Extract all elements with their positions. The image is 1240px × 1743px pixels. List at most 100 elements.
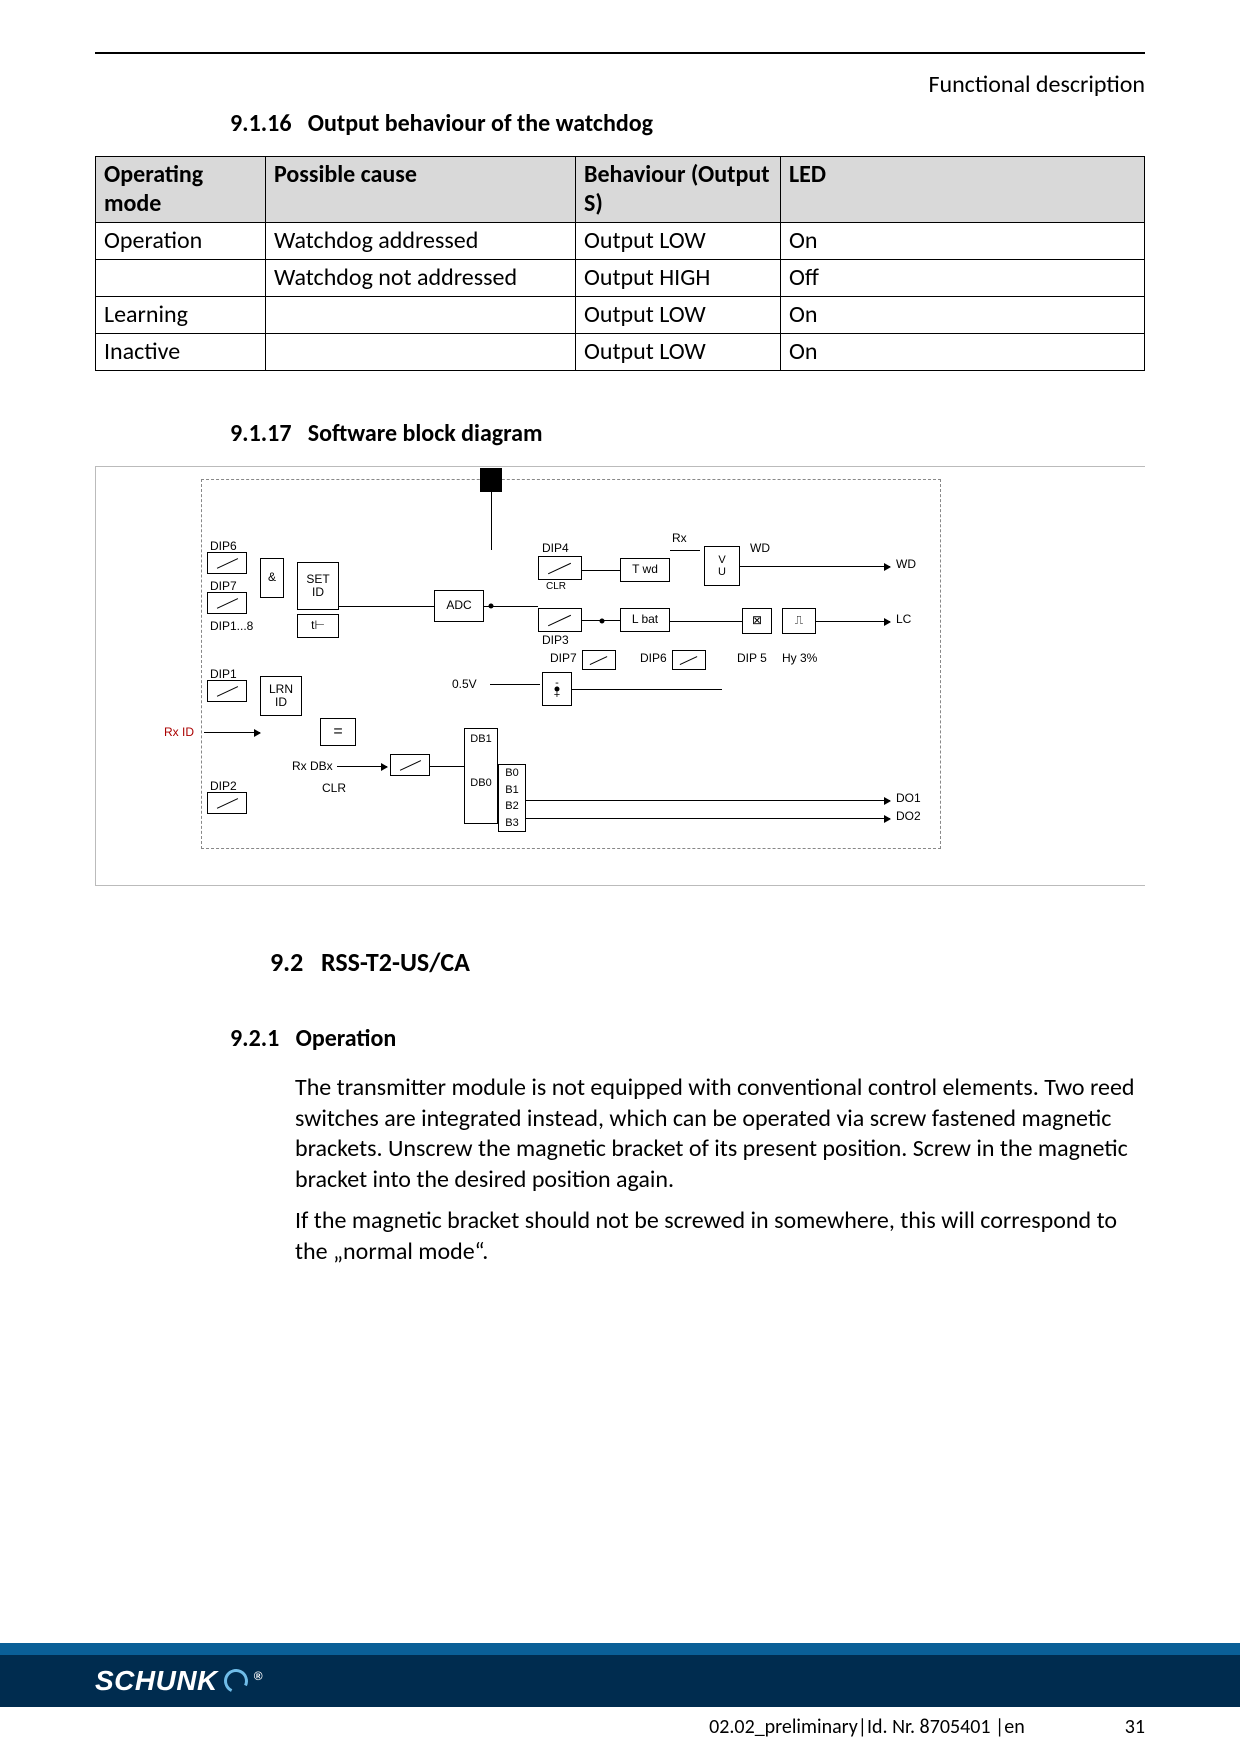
paragraph: If the magnetic bracket should not be sc… bbox=[295, 1206, 1145, 1267]
label-do1: DO1 bbox=[896, 792, 921, 804]
diagram-wire bbox=[339, 606, 434, 607]
switch-icon bbox=[207, 792, 247, 814]
footer-meta: 02.02_preliminary|Id. Nr. 8705401 |en 31 bbox=[709, 1715, 1145, 1739]
label-dip2: DIP2 bbox=[210, 780, 237, 792]
node-icon bbox=[555, 687, 560, 692]
heading-number: 9.1.16 bbox=[230, 109, 291, 138]
lrn-id-block: LRN ID bbox=[260, 676, 302, 716]
label-b0: B0 bbox=[505, 767, 518, 779]
diagram-wire bbox=[816, 621, 890, 622]
label-rx: Rx bbox=[672, 532, 687, 544]
label-t: t bbox=[311, 619, 314, 632]
hysteresis-icon: ⎍ bbox=[782, 608, 816, 634]
cell-beh: Output HIGH bbox=[576, 260, 781, 297]
cell-cause: Watchdog not addressed bbox=[266, 260, 576, 297]
label-db0: DB0 bbox=[470, 777, 491, 789]
diagram-wire bbox=[670, 550, 700, 551]
label-dip1-8: DIP1...8 bbox=[210, 620, 253, 632]
header-section-title: Functional description bbox=[928, 70, 1145, 99]
table-header-row: Operating mode Possible cause Behaviour … bbox=[96, 157, 1145, 223]
cell-mode: Operation bbox=[96, 223, 266, 260]
software-block-diagram: DIP6 DIP7 DIP1...8 & SET ID t⊢ DIP1 LRN … bbox=[95, 466, 1145, 886]
th-operating-mode: Operating mode bbox=[96, 157, 266, 223]
heading-9-1-16: 9.1.16 Output behaviour of the watchdog bbox=[230, 109, 1145, 138]
cell-cause bbox=[266, 297, 576, 334]
label-lc-out: LC bbox=[896, 613, 911, 625]
label-dip7r: DIP7 bbox=[550, 652, 577, 664]
table-row: Operation Watchdog addressed Output LOW … bbox=[96, 223, 1145, 260]
heading-number: 9.2 bbox=[270, 946, 303, 978]
table-row: Watchdog not addressed Output HIGH Off bbox=[96, 260, 1145, 297]
cell-led: On bbox=[781, 334, 1145, 371]
heading-9-1-17: 9.1.17 Software block diagram bbox=[230, 419, 1145, 448]
heading-9-2: 9.2 RSS-T2-US/CA bbox=[270, 946, 1145, 978]
connector-icon bbox=[480, 468, 502, 492]
and-gate-icon: & bbox=[260, 558, 284, 598]
footer-accent-bar bbox=[0, 1643, 1240, 1655]
heading-title: Software block diagram bbox=[308, 419, 543, 448]
footer-main-bar: SCHUNK ® bbox=[0, 1655, 1240, 1707]
table-row: Inactive Output LOW On bbox=[96, 334, 1145, 371]
switch-icon bbox=[582, 650, 616, 670]
registered-icon: ® bbox=[254, 1669, 263, 1683]
page-footer: SCHUNK ® 02.02_preliminary|Id. Nr. 87054… bbox=[0, 1643, 1240, 1743]
block-icon: ⊠ bbox=[742, 608, 772, 634]
brand-swirl-icon bbox=[220, 1666, 251, 1697]
adc-block: ADC bbox=[434, 590, 484, 622]
switch-icon bbox=[672, 650, 706, 670]
cell-cause bbox=[266, 334, 576, 371]
cell-cause: Watchdog addressed bbox=[266, 223, 576, 260]
diagram-wire bbox=[430, 766, 464, 767]
switch-icon bbox=[538, 556, 582, 580]
label-db1: DB1 bbox=[470, 733, 491, 777]
label-b2: B2 bbox=[505, 800, 518, 812]
doc-id: 02.02_preliminary|Id. Nr. 8705401 |en bbox=[709, 1715, 1025, 1739]
diagram-wire bbox=[740, 566, 890, 567]
cell-led: Off bbox=[781, 260, 1145, 297]
cell-mode bbox=[96, 260, 266, 297]
cell-led: On bbox=[781, 297, 1145, 334]
diagram-wire bbox=[526, 818, 890, 819]
timer-icon: t⊢ bbox=[297, 614, 339, 638]
label-0-5v: 0.5V bbox=[452, 678, 477, 690]
diagram-wire bbox=[490, 684, 540, 685]
equals-block: = bbox=[320, 718, 356, 746]
watchdog-table: Operating mode Possible cause Behaviour … bbox=[95, 156, 1145, 371]
heading-number: 9.2.1 bbox=[230, 1024, 279, 1053]
body-text: The transmitter module is not equipped w… bbox=[295, 1073, 1145, 1267]
diagram-wire bbox=[526, 800, 890, 801]
label-wd: WD bbox=[750, 542, 770, 554]
diagram-wire bbox=[337, 766, 387, 767]
header-rule bbox=[95, 52, 1145, 54]
diagram-wire bbox=[491, 492, 492, 550]
brand-name: SCHUNK bbox=[95, 1665, 218, 1697]
label-v: V bbox=[718, 554, 725, 566]
switch-icon bbox=[207, 592, 247, 614]
bits-block: B0 B1 B2 B3 bbox=[498, 764, 526, 832]
label-clr: CLR bbox=[546, 582, 566, 592]
heading-title: Operation bbox=[296, 1024, 397, 1053]
cell-beh: Output LOW bbox=[576, 223, 781, 260]
th-led: LED bbox=[781, 157, 1145, 223]
diagram-canvas: DIP6 DIP7 DIP1...8 & SET ID t⊢ DIP1 LRN … bbox=[201, 479, 941, 849]
table-row: Learning Output LOW On bbox=[96, 297, 1145, 334]
diagram-wire bbox=[670, 621, 742, 622]
label-dip6r: DIP6 bbox=[640, 652, 667, 664]
label-b1: B1 bbox=[505, 784, 518, 796]
heading-number: 9.1.17 bbox=[230, 419, 291, 448]
switch-icon bbox=[207, 552, 247, 574]
vu-block: V U bbox=[704, 546, 740, 586]
label-dip1: DIP1 bbox=[210, 668, 237, 680]
label-dip6: DIP6 bbox=[210, 540, 237, 552]
node-icon bbox=[489, 604, 494, 609]
paragraph: The transmitter module is not equipped w… bbox=[295, 1073, 1145, 1196]
cell-beh: Output LOW bbox=[576, 297, 781, 334]
cell-mode: Learning bbox=[96, 297, 266, 334]
label-u: U bbox=[718, 566, 726, 578]
label-dip4: DIP4 bbox=[542, 542, 569, 554]
cell-mode: Inactive bbox=[96, 334, 266, 371]
diagram-wire bbox=[582, 570, 620, 571]
label-do2: DO2 bbox=[896, 810, 921, 822]
cell-led: On bbox=[781, 223, 1145, 260]
switch-icon bbox=[207, 680, 247, 702]
